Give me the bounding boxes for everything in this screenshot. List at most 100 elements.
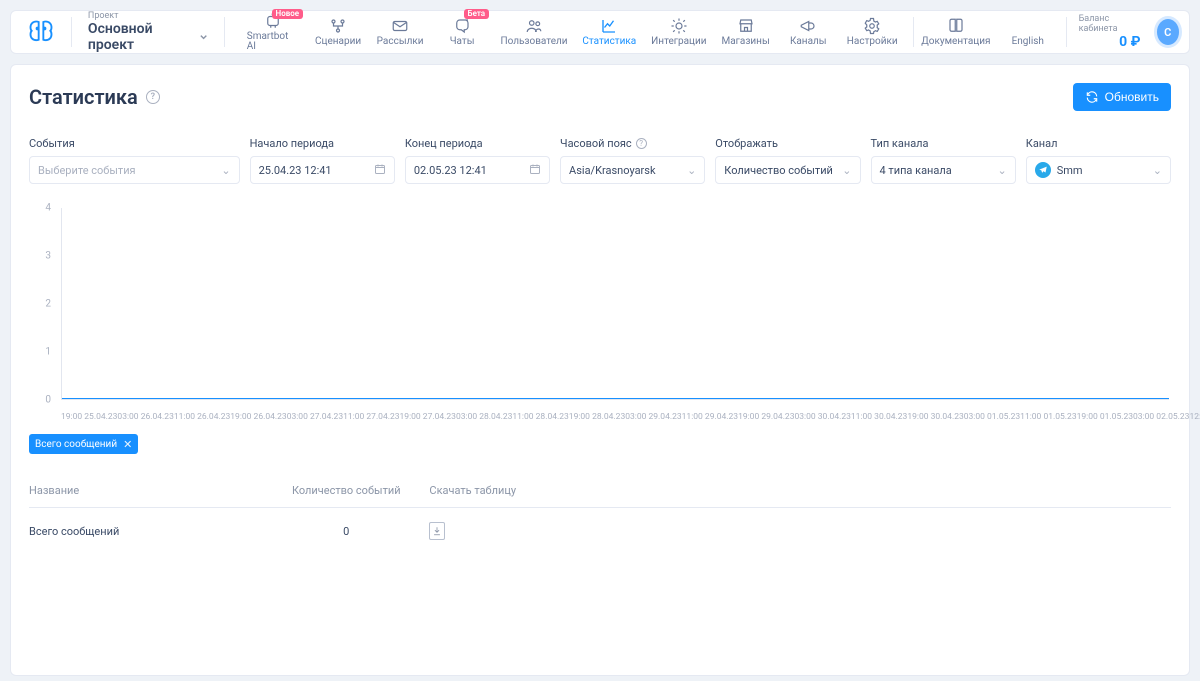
divider — [224, 17, 225, 47]
x-tick: 03:00 01.05.23 — [964, 412, 1020, 422]
download-xls-button[interactable] — [429, 522, 445, 540]
x-tick: 11:00 27.04.23 — [343, 412, 399, 422]
info-icon[interactable]: ? — [636, 138, 647, 149]
x-tick: 11:00 26.04.23 — [174, 412, 230, 422]
nav-label: Настройки — [847, 37, 898, 47]
legend-chips: Всего сообщений ✕ — [29, 434, 1171, 454]
info-icon[interactable]: ? — [146, 90, 160, 104]
x-tick: 11:00 29.04.23 — [682, 412, 738, 422]
nav-label: Пользователи — [500, 37, 567, 47]
x-tick: 03:00 26.04.23 — [117, 412, 173, 422]
nav-lang[interactable]: English — [996, 11, 1060, 53]
x-tick: 12:00 02.05.23 — [1189, 412, 1200, 422]
balance-value: 0 ₽ — [1119, 34, 1140, 50]
x-tick: 11:00 01.05.23 — [1020, 412, 1076, 422]
settings-icon — [863, 17, 881, 35]
nav-users[interactable]: Пользователи — [495, 11, 573, 53]
avatar[interactable]: С — [1157, 19, 1179, 45]
chart-series-line — [62, 398, 1169, 399]
filter-channel-type: Тип канала 4 типа канала ⌄ — [871, 137, 1016, 184]
close-icon[interactable]: ✕ — [123, 438, 132, 451]
divider — [71, 17, 72, 47]
divider — [1066, 17, 1067, 47]
stats-icon — [600, 17, 618, 35]
nav-smartbot[interactable]: НовоеSmartbot AI — [241, 11, 305, 53]
nav-label: Каналы — [790, 37, 827, 47]
users-icon — [525, 17, 543, 35]
series-chip[interactable]: Всего сообщений ✕ — [29, 434, 138, 454]
scenarios-icon — [329, 17, 347, 35]
x-tick: 03:00 27.04.23 — [287, 412, 343, 422]
book-icon — [947, 17, 965, 35]
project-label: Проект — [88, 12, 208, 21]
nav-stats[interactable]: Статистика — [577, 11, 642, 53]
chevron-down-icon: ⌄ — [842, 164, 851, 177]
timezone-select[interactable]: Asia/Krasnoyarsk ⌄ — [560, 156, 705, 184]
chart-plot-area — [61, 208, 1169, 400]
main-card: Статистика ? Обновить События Выберите с… — [10, 64, 1190, 676]
chart: 01234 19:00 25.04.2303:00 26.04.2311:00 … — [29, 208, 1171, 428]
y-tick: 2 — [29, 299, 57, 310]
chats-icon — [453, 17, 471, 35]
row-name: Всего сообщений — [29, 525, 263, 538]
refresh-icon — [1085, 90, 1099, 104]
channel-type-select[interactable]: 4 типа канала ⌄ — [871, 156, 1016, 184]
end-date-input[interactable]: 02.05.23 12:41 — [405, 156, 550, 184]
brand-logo[interactable] — [21, 11, 61, 53]
balance-label: Баланс кабинета — [1079, 14, 1141, 34]
table-header: Название Количество событий Скачать табл… — [29, 484, 1171, 508]
badge: Бета — [464, 9, 490, 19]
events-select[interactable]: Выберите события ⌄ — [29, 156, 240, 184]
row-count: 0 — [273, 525, 419, 538]
filter-showmode: Отображать Количество событий ⌄ — [715, 137, 860, 184]
page-title: Статистика ? — [29, 85, 160, 109]
chevron-down-icon: ⌄ — [998, 164, 1007, 177]
x-tick: 11:00 28.04.23 — [512, 412, 568, 422]
nav-chats[interactable]: Бета Чаты — [433, 11, 491, 53]
nav-label: Сценарии — [315, 37, 361, 47]
nav-label: Интеграции — [651, 37, 706, 47]
nav-mailings[interactable]: Рассылки — [371, 11, 429, 53]
refresh-button[interactable]: Обновить — [1073, 83, 1171, 111]
nav-label: Чаты — [450, 37, 475, 47]
filter-timezone: Часовой пояс? Asia/Krasnoyarsk ⌄ — [560, 137, 705, 184]
main-nav: НовоеSmartbot AI Сценарии Рассылки Бета Чаты… — [241, 11, 903, 53]
nav-integrations[interactable]: Интеграции — [646, 11, 712, 53]
project-selector[interactable]: Проект Основной проект — [82, 11, 214, 53]
x-tick: 19:00 28.04.23 — [569, 412, 625, 422]
flag-uk-icon — [1019, 17, 1037, 35]
telegram-icon — [1035, 162, 1051, 178]
y-tick: 3 — [29, 251, 57, 262]
badge: Новое — [272, 9, 304, 19]
chevron-down-icon: ⌄ — [1153, 164, 1162, 177]
nav-docs[interactable]: Документация — [920, 11, 992, 53]
integrations-icon — [670, 17, 688, 35]
x-tick: 19:00 29.04.23 — [738, 412, 794, 422]
balance[interactable]: Баланс кабинета 0 ₽ — [1073, 11, 1147, 53]
x-tick: 11:00 30.04.23 — [851, 412, 907, 422]
nav-lang-label: English — [1012, 37, 1044, 47]
x-tick: 19:00 01.05.23 — [1077, 412, 1133, 422]
showmode-select[interactable]: Количество событий ⌄ — [715, 156, 860, 184]
filter-events: События Выберите события ⌄ — [29, 137, 240, 184]
x-tick: 03:00 29.04.23 — [625, 412, 681, 422]
nav-scenarios[interactable]: Сценарии — [309, 11, 367, 53]
nav-channels[interactable]: Каналы — [779, 11, 837, 53]
stores-icon — [737, 17, 755, 35]
nav-label: Рассылки — [377, 37, 424, 47]
app-header: Проект Основной проект НовоеSmartbot AI С… — [10, 10, 1190, 54]
nav-label: Статистика — [582, 37, 636, 47]
download-icon — [432, 526, 442, 536]
filters-row: События Выберите события ⌄ Начало период… — [29, 137, 1171, 184]
nav-stores[interactable]: Магазины — [716, 11, 775, 53]
nav-settings[interactable]: Настройки — [841, 11, 903, 53]
channel-select[interactable]: Smm ⌄ — [1026, 156, 1171, 184]
header-right: Документация English Баланс кабинета 0 ₽… — [911, 11, 1179, 53]
table-row: Всего сообщений 0 — [29, 508, 1171, 540]
x-tick: 03:00 02.05.23 — [1133, 412, 1189, 422]
divider — [913, 17, 914, 47]
x-tick: 03:00 30.04.23 — [794, 412, 850, 422]
x-tick: 19:00 27.04.23 — [400, 412, 456, 422]
nav-docs-label: Документация — [921, 37, 990, 47]
start-date-input[interactable]: 25.04.23 12:41 — [250, 156, 395, 184]
